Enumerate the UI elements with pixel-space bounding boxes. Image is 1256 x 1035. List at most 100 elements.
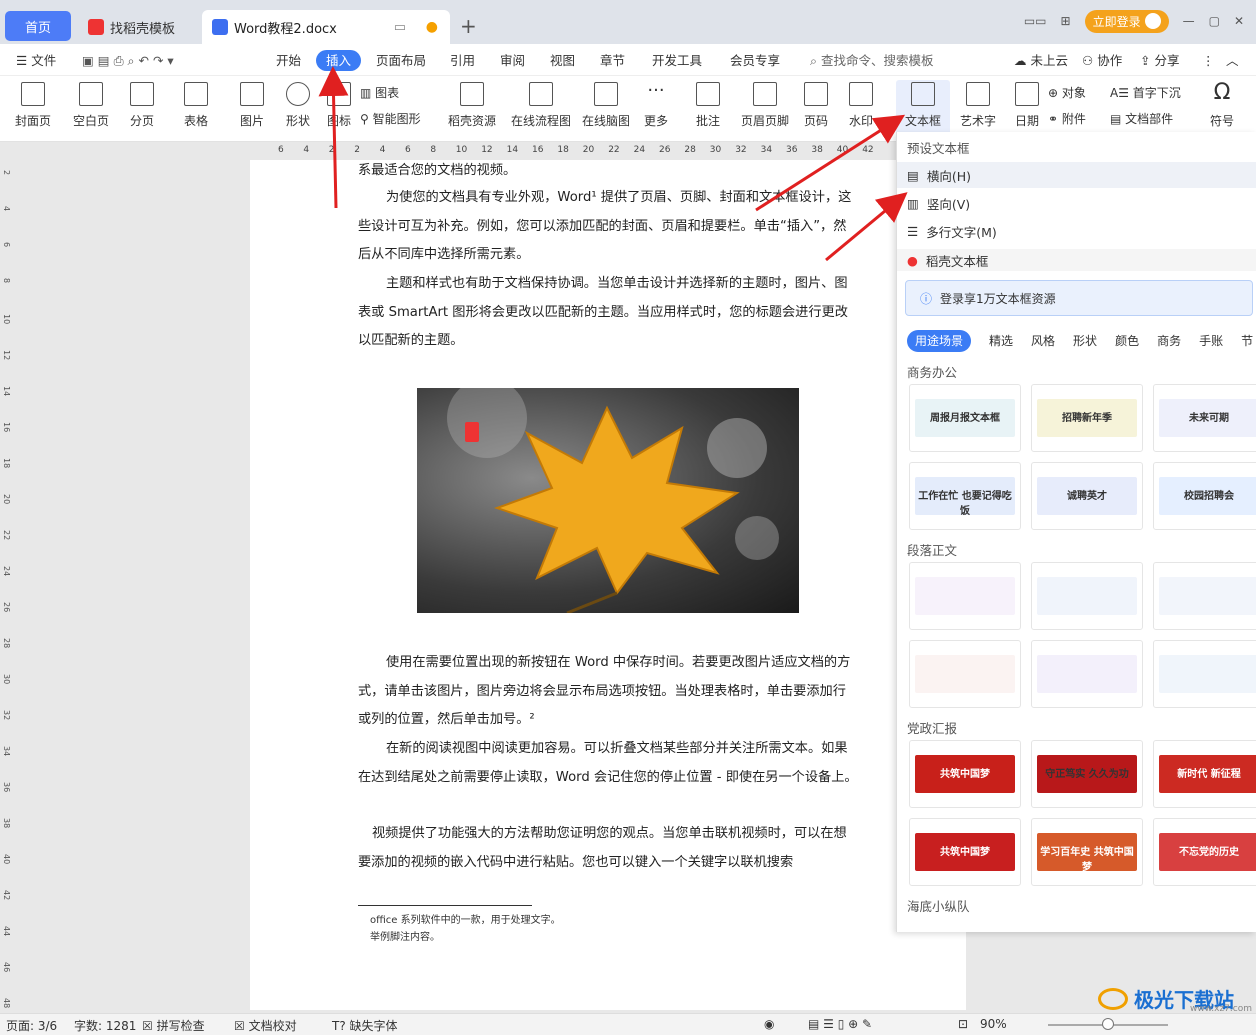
icon-button[interactable]: 图标 — [322, 80, 356, 129]
object-button[interactable]: ⊕ 对象 — [1048, 84, 1086, 101]
share-button[interactable]: ⇪ 分享 — [1134, 50, 1185, 71]
login-button[interactable]: 立即登录 — [1084, 9, 1169, 33]
template-tile[interactable] — [1153, 562, 1256, 630]
comment-button[interactable]: 批注 — [690, 80, 726, 129]
leaf-image[interactable] — [417, 388, 799, 613]
spell-check-toggle[interactable]: ☒ 拼写检查 — [142, 1017, 205, 1034]
template-tile[interactable]: 新时代 新征程 — [1153, 740, 1256, 808]
page-number-button[interactable]: 页码 — [798, 80, 834, 129]
category-tab[interactable]: 商务 — [1157, 330, 1181, 352]
template-preview: 学习百年史 共筑中国梦 — [1037, 833, 1137, 873]
category-tab[interactable]: 节 — [1241, 330, 1253, 352]
template-tile[interactable]: 诚聘英才 — [1031, 462, 1143, 530]
watermark-button[interactable]: 水印 — [842, 80, 880, 129]
template-tile[interactable]: 共筑中国梦 — [909, 818, 1021, 886]
menu-chapter[interactable]: 章节 — [594, 50, 631, 71]
symbol-button[interactable]: Ω 符号 — [1204, 80, 1240, 129]
daoke-resources-button[interactable]: 稻壳资源 — [446, 80, 498, 129]
menu-view[interactable]: 视图 — [544, 50, 581, 71]
template-tile[interactable] — [909, 562, 1021, 630]
cloud-status[interactable]: ☁ 未上云 — [1008, 50, 1074, 71]
category-tab[interactable]: 风格 — [1031, 330, 1055, 352]
template-tile[interactable]: 未来可期 — [1153, 384, 1256, 452]
menu-developer[interactable]: 开发工具 — [646, 50, 708, 71]
template-tile[interactable] — [1153, 640, 1256, 708]
category-tab[interactable]: 手账 — [1199, 330, 1223, 352]
chart-button[interactable]: ▥ 图表 — [360, 84, 399, 101]
template-tile[interactable]: 不忘党的历史 — [1153, 818, 1256, 886]
template-preview: 工作在忙 也要记得吃饭 — [915, 477, 1015, 517]
docpart-button[interactable]: ▤ 文档部件 — [1110, 110, 1173, 127]
new-tab-button[interactable]: + — [460, 14, 477, 38]
layout-icon[interactable]: ▭▭ — [1024, 14, 1047, 28]
category-tab[interactable]: 颜色 — [1115, 330, 1139, 352]
dropcap-button[interactable]: A☰ 首字下沉 — [1110, 84, 1181, 101]
vruler-tick: 2 — [2, 170, 11, 176]
table-button[interactable]: 表格 — [176, 80, 216, 129]
daoke-logo-icon — [88, 19, 104, 35]
category-tab[interactable]: 形状 — [1073, 330, 1097, 352]
menu-insert[interactable]: 插入 — [316, 50, 362, 71]
quick-access-toolbar[interactable]: ▣ ▤ ⎙ ⌕ ↶ ↷ ▾ — [76, 50, 180, 71]
multiline-textbox-label: 多行文字(M) — [926, 225, 997, 240]
template-tile[interactable] — [1031, 562, 1143, 630]
menu-page-layout[interactable]: 页面布局 — [370, 50, 432, 71]
zoom-level[interactable]: 90% — [980, 1017, 1007, 1031]
template-tile[interactable]: 周报月报文本框 — [909, 384, 1021, 452]
template-tile[interactable]: 招聘新年季 — [1031, 384, 1143, 452]
template-tile[interactable]: 工作在忙 也要记得吃饭 — [909, 462, 1021, 530]
menu-start[interactable]: 开始 — [270, 50, 307, 71]
wordart-button[interactable]: 艺术字 — [956, 80, 1000, 129]
eye-icon[interactable]: ◉ — [764, 1017, 774, 1031]
blank-page-button[interactable]: 空白页 — [66, 80, 116, 129]
fit-icon[interactable]: ⊡ — [958, 1017, 968, 1031]
more-icon[interactable]: ⋮ — [1196, 50, 1221, 71]
header-footer-button[interactable]: 页眉页脚 — [738, 80, 792, 129]
vertical-textbox-item[interactable]: ▥ 竖向(V) — [907, 194, 970, 213]
command-search[interactable]: ⌕ 查找命令、搜索模板 — [804, 50, 940, 71]
multiline-textbox-item[interactable]: ☰ 多行文字(M) — [907, 222, 997, 241]
template-tile[interactable]: 校园招聘会 — [1153, 462, 1256, 530]
monitor-icon[interactable]: ▭ — [394, 20, 406, 35]
missing-font-button[interactable]: T? 缺失字体 — [332, 1017, 398, 1034]
view-mode-icons[interactable]: ▤ ☰ ▯ ⊕ ✎ — [808, 1017, 872, 1031]
tab-document[interactable]: Word教程2.docx ▭ ● — [202, 10, 450, 44]
mindmap-button[interactable]: 在线脑图 — [578, 80, 634, 129]
template-tile[interactable] — [1031, 640, 1143, 708]
menu-references[interactable]: 引用 — [444, 50, 481, 71]
more-button[interactable]: ··· 更多 — [636, 80, 676, 129]
page-break-button[interactable]: 分页 — [122, 80, 162, 129]
maximize-icon[interactable]: ▢ — [1209, 14, 1220, 28]
template-tile[interactable]: 共筑中国梦 — [909, 740, 1021, 808]
login-promo-banner[interactable]: ⓘ 登录享1万文本框资源 — [905, 280, 1253, 316]
textbox-button[interactable]: 文本框 — [896, 80, 950, 138]
cover-page-button[interactable]: 封面页 — [8, 80, 58, 129]
category-tab[interactable]: 用途场景 — [907, 330, 972, 352]
grid-icon[interactable]: ⊞ — [1061, 14, 1071, 28]
smart-art-button[interactable]: ⚲ 智能图形 — [360, 110, 421, 127]
collapse-ribbon-icon[interactable]: ︿ — [1220, 50, 1245, 71]
tab-daoke[interactable]: 找稻壳模板 — [78, 10, 196, 44]
template-tile[interactable]: 学习百年史 共筑中国梦 — [1031, 818, 1143, 886]
menu-review[interactable]: 审阅 — [494, 50, 531, 71]
flowchart-button[interactable]: 在线流程图 — [508, 80, 574, 129]
collab-button[interactable]: ⚇ 协作 — [1076, 50, 1128, 71]
ruler-tick: 14 — [506, 145, 519, 155]
menu-member[interactable]: 会员专享 — [724, 50, 786, 71]
doc-proof-toggle[interactable]: ☒ 文档校对 — [234, 1017, 297, 1034]
vruler-tick: 10 — [2, 314, 11, 325]
shape-button[interactable]: 形状 — [278, 80, 318, 129]
tab-home[interactable]: 首页 — [5, 11, 71, 41]
template-tile[interactable]: 守正笃实 久久为功 — [1031, 740, 1143, 808]
attachment-button[interactable]: ⚭ 附件 — [1048, 110, 1086, 127]
horizontal-textbox-item[interactable]: ▤ 横向(H) — [897, 162, 1256, 188]
word-count[interactable]: 字数: 1281 — [74, 1017, 136, 1034]
minimize-icon[interactable]: — — [1183, 14, 1195, 28]
picture-button[interactable]: 图片 — [232, 80, 272, 129]
zoom-slider-handle[interactable] — [1102, 1018, 1114, 1030]
close-icon[interactable]: ✕ — [1234, 14, 1244, 28]
category-tab[interactable]: 精选 — [989, 330, 1013, 352]
menu-file[interactable]: ☰ 文件 — [10, 50, 62, 71]
template-tile[interactable] — [909, 640, 1021, 708]
date-button[interactable]: 日期 — [1012, 80, 1042, 129]
